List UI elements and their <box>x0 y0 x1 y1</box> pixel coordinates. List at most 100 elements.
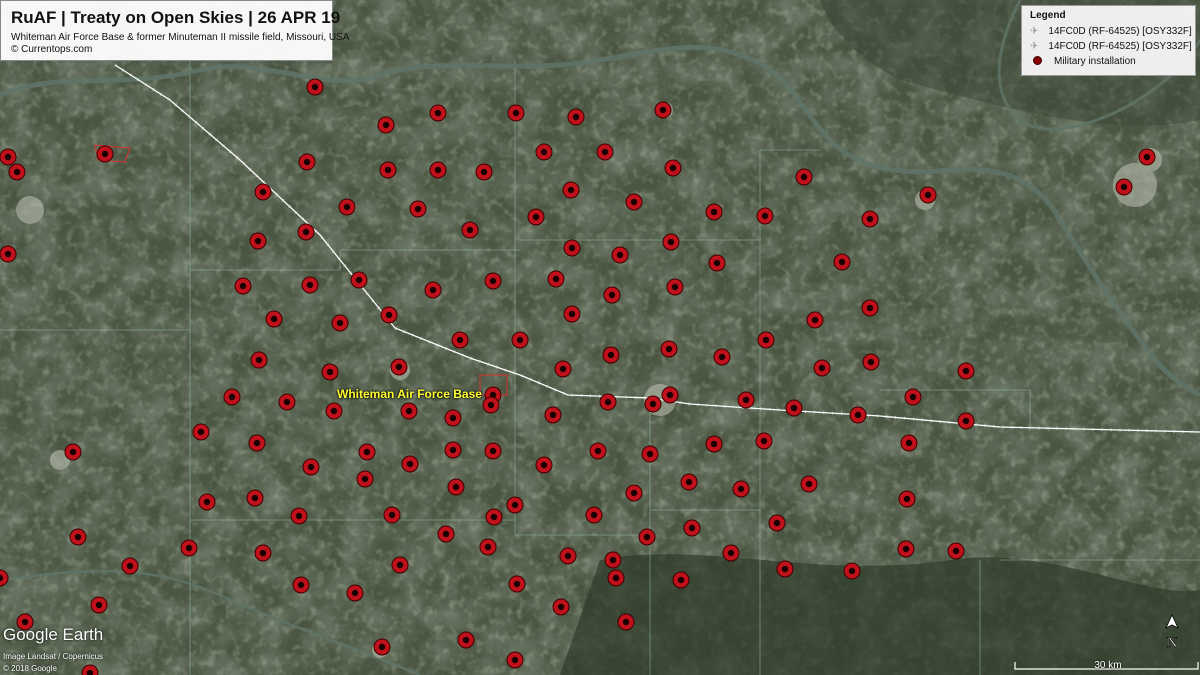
installation-marker[interactable] <box>795 168 813 186</box>
installation-marker[interactable] <box>563 305 581 323</box>
installation-marker[interactable] <box>757 331 775 349</box>
installation-marker[interactable] <box>379 161 397 179</box>
installation-marker[interactable] <box>611 246 629 264</box>
installation-marker[interactable] <box>737 391 755 409</box>
installation-marker[interactable] <box>806 311 824 329</box>
installation-marker[interactable] <box>254 183 272 201</box>
installation-marker[interactable] <box>96 145 114 163</box>
installation-marker[interactable] <box>290 507 308 525</box>
installation-marker[interactable] <box>755 432 773 450</box>
installation-marker[interactable] <box>234 277 252 295</box>
installation-marker[interactable] <box>756 207 774 225</box>
installation-marker[interactable] <box>898 490 916 508</box>
installation-marker[interactable] <box>461 221 479 239</box>
installation-marker[interactable] <box>683 519 701 537</box>
installation-marker[interactable] <box>0 148 17 166</box>
installation-marker[interactable] <box>625 484 643 502</box>
installation-marker[interactable] <box>862 353 880 371</box>
installation-marker[interactable] <box>377 116 395 134</box>
installation-marker[interactable] <box>660 340 678 358</box>
installation-marker[interactable] <box>904 388 922 406</box>
installation-marker[interactable] <box>599 393 617 411</box>
installation-marker[interactable] <box>444 441 462 459</box>
installation-marker[interactable] <box>785 399 803 417</box>
installation-marker[interactable] <box>506 496 524 514</box>
installation-marker[interactable] <box>596 143 614 161</box>
installation-marker[interactable] <box>1115 178 1133 196</box>
installation-marker[interactable] <box>585 506 603 524</box>
installation-marker[interactable] <box>527 208 545 226</box>
installation-marker[interactable] <box>713 348 731 366</box>
installation-marker[interactable] <box>511 331 529 349</box>
installation-marker[interactable] <box>800 475 818 493</box>
north-arrow-icon[interactable]: N <box>1160 614 1184 650</box>
installation-marker[interactable] <box>400 402 418 420</box>
installation-marker[interactable] <box>957 362 975 380</box>
installation-marker[interactable] <box>666 278 684 296</box>
installation-marker[interactable] <box>346 584 364 602</box>
installation-marker[interactable] <box>603 286 621 304</box>
installation-marker[interactable] <box>265 310 283 328</box>
installation-marker[interactable] <box>638 528 656 546</box>
installation-marker[interactable] <box>833 253 851 271</box>
installation-marker[interactable] <box>604 551 622 569</box>
installation-marker[interactable] <box>768 514 786 532</box>
installation-marker[interactable] <box>254 544 272 562</box>
installation-marker[interactable] <box>563 239 581 257</box>
installation-marker[interactable] <box>506 651 524 669</box>
installation-marker[interactable] <box>64 443 82 461</box>
installation-marker[interactable] <box>292 576 310 594</box>
installation-marker[interactable] <box>589 442 607 460</box>
installation-marker[interactable] <box>1138 148 1156 166</box>
installation-marker[interactable] <box>278 393 296 411</box>
installation-marker[interactable] <box>861 210 879 228</box>
installation-marker[interactable] <box>507 104 525 122</box>
installation-marker[interactable] <box>437 525 455 543</box>
installation-marker[interactable] <box>508 575 526 593</box>
installation-marker[interactable] <box>302 458 320 476</box>
installation-marker[interactable] <box>192 423 210 441</box>
installation-marker[interactable] <box>390 358 408 376</box>
installation-marker[interactable] <box>849 406 867 424</box>
installation-marker[interactable] <box>535 143 553 161</box>
installation-marker[interactable] <box>567 108 585 126</box>
installation-marker[interactable] <box>298 153 316 171</box>
installation-marker[interactable] <box>321 363 339 381</box>
installation-marker[interactable] <box>0 245 17 263</box>
installation-marker[interactable] <box>705 435 723 453</box>
installation-marker[interactable] <box>331 314 349 332</box>
installation-marker[interactable] <box>813 359 831 377</box>
installation-marker[interactable] <box>625 193 643 211</box>
installation-marker[interactable] <box>664 159 682 177</box>
installation-marker[interactable] <box>485 508 503 526</box>
installation-marker[interactable] <box>451 331 469 349</box>
installation-marker[interactable] <box>401 455 419 473</box>
installation-marker[interactable] <box>484 272 502 290</box>
installation-marker[interactable] <box>475 163 493 181</box>
installation-marker[interactable] <box>447 478 465 496</box>
installation-marker[interactable] <box>409 200 427 218</box>
installation-marker[interactable] <box>708 254 726 272</box>
installation-marker[interactable] <box>957 412 975 430</box>
installation-marker[interactable] <box>919 186 937 204</box>
installation-marker[interactable] <box>121 557 139 575</box>
installation-marker[interactable] <box>661 386 679 404</box>
installation-marker[interactable] <box>654 101 672 119</box>
installation-marker[interactable] <box>562 181 580 199</box>
installation-marker[interactable] <box>350 271 368 289</box>
installation-marker[interactable] <box>559 547 577 565</box>
installation-marker[interactable] <box>198 493 216 511</box>
installation-marker[interactable] <box>356 470 374 488</box>
installation-marker[interactable] <box>457 631 475 649</box>
installation-marker[interactable] <box>223 388 241 406</box>
installation-marker[interactable] <box>180 539 198 557</box>
installation-marker[interactable] <box>444 409 462 427</box>
installation-marker[interactable] <box>246 489 264 507</box>
installation-marker[interactable] <box>705 203 723 221</box>
installation-marker[interactable] <box>297 223 315 241</box>
installation-marker[interactable] <box>900 434 918 452</box>
installation-marker[interactable] <box>69 528 87 546</box>
installation-marker[interactable] <box>947 542 965 560</box>
installation-marker[interactable] <box>424 281 442 299</box>
installation-marker[interactable] <box>383 506 401 524</box>
